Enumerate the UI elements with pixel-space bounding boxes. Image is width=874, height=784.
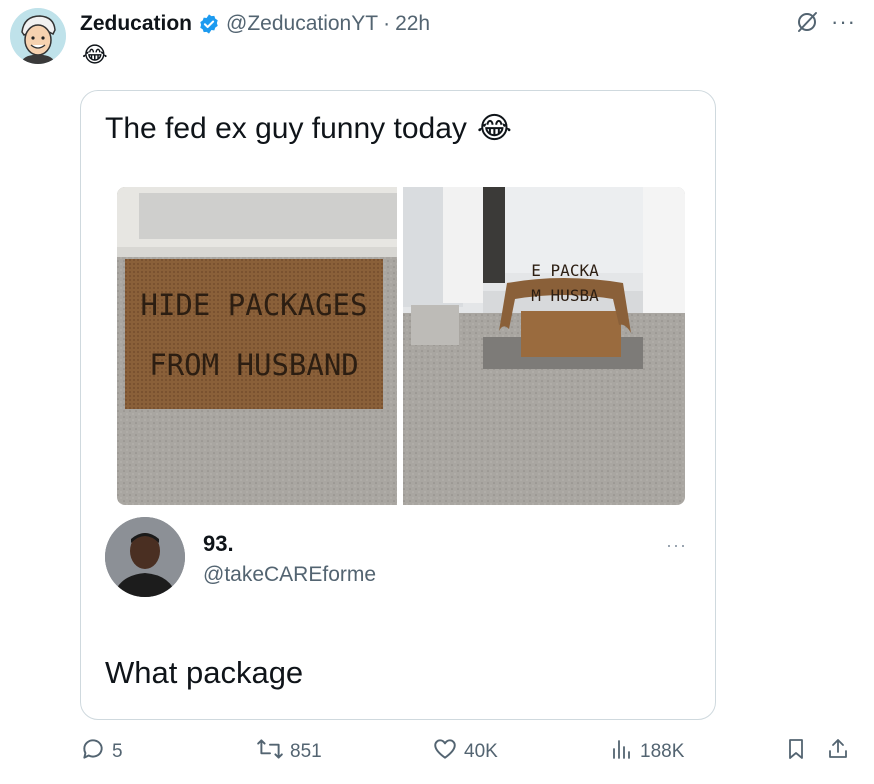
separator-dot: · — [383, 12, 391, 35]
mat-text-line1: HIDE PACKAGES — [141, 288, 368, 322]
repost-count: 851 — [290, 741, 322, 762]
reply-user-avatar[interactable] — [105, 517, 185, 597]
more-icon[interactable]: ··· — [831, 11, 856, 33]
verified-badge-icon — [198, 13, 220, 35]
views-button[interactable]: 188K — [610, 736, 684, 768]
bookmark-icon — [784, 736, 808, 768]
repost-button[interactable]: 851 — [256, 736, 322, 768]
author-handle[interactable]: @ZeducationYT — [226, 12, 378, 36]
post-header: Zeducation @ZeducationYT · 22h — [80, 10, 430, 38]
mat-text-partial-line2: M HUSBA — [531, 286, 599, 305]
author-name[interactable]: Zeducation — [80, 12, 192, 36]
author-avatar[interactable] — [10, 8, 66, 64]
heart-icon — [432, 736, 458, 768]
post-body-emoji: 😂 — [82, 42, 108, 67]
repost-icon — [256, 736, 284, 768]
views-count: 188K — [640, 741, 685, 762]
more-icon[interactable]: ··· — [666, 535, 687, 556]
action-bar: 5 851 40K 188K — [80, 736, 860, 770]
reply-text: What package — [105, 655, 304, 690]
package-photo[interactable]: E PACKA M HUSBA — [403, 187, 685, 505]
reply-count: 5 — [112, 741, 123, 762]
like-button[interactable]: 40K — [432, 736, 498, 768]
quoted-text-body: The fed ex guy funny today — [105, 111, 467, 145]
views-icon — [610, 736, 634, 768]
mat-text-partial-line1: E PACKA — [531, 261, 599, 280]
mat-text-line2: FROM HUSBAND — [149, 348, 359, 382]
quoted-text: The fed ex guy funny today 😂 — [105, 111, 512, 146]
reply-icon — [80, 736, 106, 768]
reply-user-name[interactable]: 93. — [203, 531, 234, 557]
quoted-text-emoji: 😂 — [476, 112, 512, 145]
post-time[interactable]: 22h — [395, 12, 430, 36]
quoted-post-card[interactable]: The fed ex guy funny today 😂 HIDE PACKAG… — [80, 90, 716, 720]
like-count: 40K — [464, 741, 498, 762]
share-icon — [826, 736, 850, 768]
reply-button[interactable]: 5 — [80, 736, 123, 768]
bookmark-button[interactable] — [784, 736, 808, 768]
grok-icon[interactable] — [795, 10, 819, 34]
share-button[interactable] — [826, 736, 850, 768]
reply-user-handle[interactable]: @takeCAREforme — [203, 563, 376, 587]
doormat-photo[interactable]: HIDE PACKAGES FROM HUSBAND — [117, 187, 397, 505]
top-actions: ··· — [795, 10, 856, 34]
